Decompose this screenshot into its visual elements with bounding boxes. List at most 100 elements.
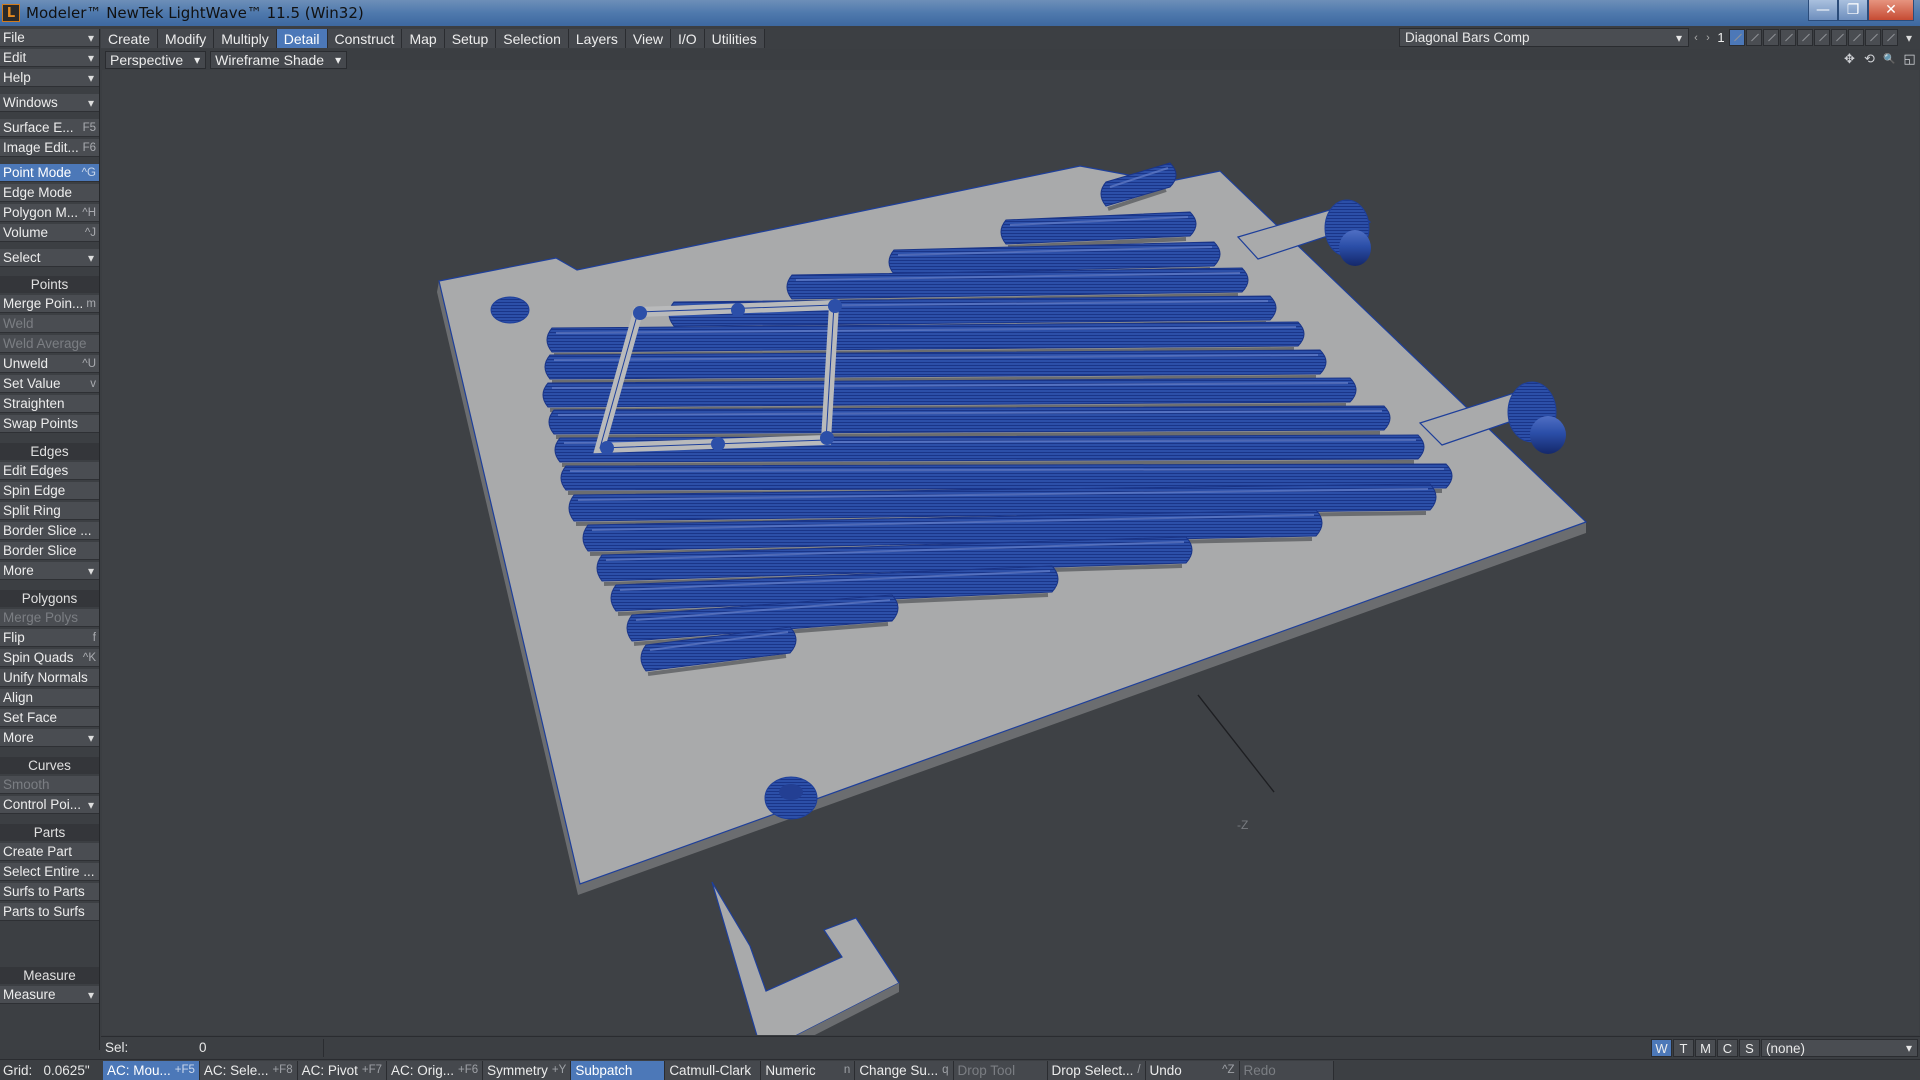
layer-slot[interactable]	[1882, 29, 1898, 46]
weld-button[interactable]: Weld	[0, 315, 99, 333]
redo-button[interactable]: Redo	[1239, 1060, 1334, 1080]
measure-menu[interactable]: Measure	[0, 986, 99, 1004]
point-mode-button[interactable]: Point Mode ^G	[0, 164, 99, 182]
minimize-icon[interactable]: —	[1808, 0, 1838, 21]
layer-slot[interactable]	[1848, 29, 1864, 46]
rotate-view-icon[interactable]: ⟲	[1861, 51, 1878, 68]
layer-slot[interactable]	[1763, 29, 1779, 46]
set-face-button[interactable]: Set Face	[0, 709, 99, 727]
layer-slot[interactable]	[1797, 29, 1813, 46]
view-type-dropdown[interactable]: Perspective	[105, 51, 207, 69]
catmull-clark-button[interactable]: Catmull-Clark	[665, 1060, 762, 1080]
color-map-toggle[interactable]: C	[1717, 1039, 1738, 1057]
tab-utilities[interactable]: Utilities	[704, 29, 765, 48]
layer-slot[interactable]	[1746, 29, 1762, 46]
flip-button[interactable]: Flip f	[0, 629, 99, 647]
drop-tool-button[interactable]: Drop Tool	[953, 1060, 1048, 1080]
layer-slot[interactable]	[1729, 29, 1745, 46]
action-center-mouse-button[interactable]: AC: Mou... +F5	[103, 1060, 200, 1080]
tab-layers[interactable]: Layers	[568, 29, 626, 48]
action-center-pivot-button[interactable]: AC: Pivot +F7	[297, 1060, 388, 1080]
parts-to-surfs-button[interactable]: Parts to Surfs	[0, 903, 99, 921]
windows-menu[interactable]: Windows	[0, 94, 99, 112]
action-center-pivot-label: AC: Pivot	[301, 1062, 358, 1078]
tab-detail[interactable]: Detail	[276, 29, 328, 48]
next-layer-icon[interactable]: ›	[1702, 28, 1714, 47]
polygons-more-menu[interactable]: More	[0, 729, 99, 747]
tab-map[interactable]: Map	[402, 29, 445, 48]
action-center-selection-button[interactable]: AC: Sele... +F8	[199, 1060, 298, 1080]
viewport-controls: ✥ ⟲ 🔍 ◱	[1841, 51, 1918, 68]
spin-quads-button[interactable]: Spin Quads ^K	[0, 649, 99, 667]
tab-create[interactable]: Create	[101, 29, 159, 48]
close-icon[interactable]: ✕	[1868, 0, 1914, 21]
tab-view[interactable]: View	[625, 29, 671, 48]
weld-average-button[interactable]: Weld Average	[0, 335, 99, 353]
undo-button[interactable]: Undo ^Z	[1145, 1060, 1240, 1080]
edge-mode-button[interactable]: Edge Mode	[0, 184, 99, 202]
maximize-icon[interactable]: ❐	[1838, 0, 1868, 21]
edges-more-menu[interactable]: More	[0, 562, 99, 580]
split-ring-button[interactable]: Split Ring	[0, 502, 99, 520]
maximize-view-icon[interactable]: ◱	[1901, 51, 1918, 68]
layer-slot[interactable]	[1865, 29, 1881, 46]
unify-normals-button[interactable]: Unify Normals	[0, 669, 99, 687]
prev-layer-icon[interactable]: ‹	[1690, 28, 1702, 47]
merge-polys-button[interactable]: Merge Polys	[0, 609, 99, 627]
spin-edge-button[interactable]: Spin Edge	[0, 482, 99, 500]
symmetry-button[interactable]: Symmetry +Y	[483, 1060, 572, 1080]
render-mode-dropdown[interactable]: Wireframe Shade	[210, 51, 348, 69]
unweld-button[interactable]: Unweld ^U	[0, 355, 99, 373]
info-separator	[323, 1039, 324, 1057]
vertex-map-value: (none)	[1766, 1040, 1806, 1056]
surface-editor-button[interactable]: Surface E... F5	[0, 119, 99, 137]
drop-selection-button[interactable]: Drop Select... /	[1047, 1060, 1146, 1080]
polygon-mode-button[interactable]: Polygon M... ^H	[0, 204, 99, 222]
straighten-button[interactable]: Straighten	[0, 395, 99, 413]
selection-set-toggle[interactable]: S	[1739, 1039, 1760, 1057]
set-value-button[interactable]: Set Value v	[0, 375, 99, 393]
select-menu[interactable]: Select	[0, 249, 99, 267]
volume-button[interactable]: Volume ^J	[0, 224, 99, 242]
subpatch-button[interactable]: Subpatch	[571, 1060, 666, 1080]
control-points-menu[interactable]: Control Poi...	[0, 796, 99, 814]
tab-io[interactable]: I/O	[671, 29, 705, 48]
merge-polys-label: Merge Polys	[3, 610, 79, 625]
layers-menu-icon[interactable]: ▾	[1900, 28, 1918, 47]
tab-modify[interactable]: Modify	[158, 29, 215, 48]
tab-construct[interactable]: Construct	[327, 29, 403, 48]
edit-edges-button[interactable]: Edit Edges	[0, 462, 99, 480]
file-menu[interactable]: File	[0, 29, 99, 47]
layer-slot[interactable]	[1814, 29, 1830, 46]
layer-slot[interactable]	[1831, 29, 1847, 46]
surfs-to-parts-button[interactable]: Surfs to Parts	[0, 883, 99, 901]
merge-points-button[interactable]: Merge Poin... m	[0, 295, 99, 313]
morph-map-toggle[interactable]: M	[1695, 1039, 1716, 1057]
layer-slot[interactable]	[1780, 29, 1796, 46]
zoom-view-icon[interactable]: 🔍	[1881, 51, 1898, 68]
action-center-origin-button[interactable]: AC: Orig... +F6	[387, 1060, 484, 1080]
swap-points-button[interactable]: Swap Points	[0, 415, 99, 433]
tab-setup[interactable]: Setup	[444, 29, 497, 48]
border-slice-options-button[interactable]: Border Slice ...	[0, 522, 99, 540]
change-surface-button[interactable]: Change Su... q	[855, 1060, 954, 1080]
image-editor-shortcut: F6	[82, 141, 96, 154]
image-editor-button[interactable]: Image Edit... F6	[0, 139, 99, 157]
vertex-map-select[interactable]: (none)	[1761, 1039, 1918, 1057]
smooth-button[interactable]: Smooth	[0, 776, 99, 794]
select-entire-button[interactable]: Select Entire ...	[0, 863, 99, 881]
create-part-button[interactable]: Create Part	[0, 843, 99, 861]
weight-map-toggle[interactable]: W	[1651, 1039, 1672, 1057]
texture-map-toggle[interactable]: T	[1673, 1039, 1694, 1057]
border-slice-button[interactable]: Border Slice	[0, 542, 99, 560]
object-select-dropdown[interactable]: Diagonal Bars Comp	[1399, 28, 1689, 47]
lightwave-app-icon[interactable]: L	[2, 4, 20, 22]
edit-menu[interactable]: Edit	[0, 49, 99, 67]
perspective-viewport[interactable]: -Z	[102, 70, 1919, 1035]
tab-selection[interactable]: Selection	[496, 29, 569, 48]
move-view-icon[interactable]: ✥	[1841, 51, 1858, 68]
tab-multiply[interactable]: Multiply	[214, 29, 277, 48]
numeric-button[interactable]: Numeric n	[761, 1060, 856, 1080]
align-button[interactable]: Align	[0, 689, 99, 707]
help-menu[interactable]: Help	[0, 69, 99, 87]
